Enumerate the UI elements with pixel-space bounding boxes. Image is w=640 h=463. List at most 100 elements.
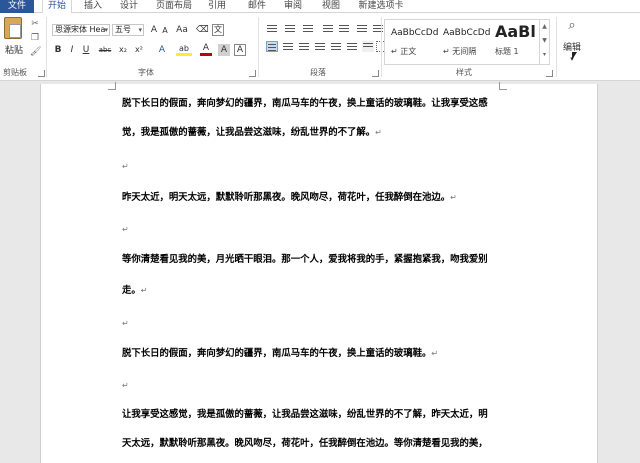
tab-view[interactable]: 视图 (318, 0, 344, 13)
paragraph-mark-icon: ↵ (140, 286, 148, 295)
paste-icon[interactable] (4, 17, 22, 39)
sort-icon[interactable] (356, 23, 368, 34)
highlight-button[interactable]: ab (176, 44, 192, 56)
text-effects-button[interactable]: A (156, 44, 168, 56)
document-line[interactable]: 让我享受这感觉，我是孤傲的蔷薇，让我品尝这滋味，纷乱世界的不了解，昨天太近，明 (122, 409, 488, 421)
line-spacing-icon[interactable] (346, 41, 358, 52)
font-size-value: 五号 (115, 25, 131, 34)
line-text: 让我享受这感觉，我是孤傲的蔷薇，让我品尝这滋味，纷乱世界的不了解，昨天太近，明 (122, 409, 488, 420)
document-line[interactable]: 脱下长日的假面，奔向梦幻的疆界，南瓜马车的午夜，换上童话的玻璃鞋。让我享受这感 (122, 98, 488, 110)
format-painter-icon[interactable]: 🖌 (30, 47, 41, 57)
margin-corner (108, 82, 116, 90)
show-marks-icon[interactable] (372, 23, 384, 34)
paste-button[interactable]: 粘贴 (5, 43, 23, 56)
line-text: 脱下长日的假面，奔向梦幻的疆界，南瓜马车的午夜，换上童话的玻璃鞋。让我享受这感 (122, 98, 488, 109)
clipboard-group-label: 剪贴板 (3, 68, 27, 77)
font-size-select[interactable]: 五号 ▾ (112, 24, 144, 36)
ribbon-tab-bar: 文件 开始 插入 设计 页面布局 引用 邮件 审阅 视图 新建选项卡 (0, 0, 640, 14)
tab-layout[interactable]: 页面布局 (152, 0, 196, 13)
document-line[interactable]: 走。↵ (122, 285, 147, 297)
phonetic-guide-icon[interactable]: 文 (212, 24, 224, 36)
bold-button[interactable]: B (52, 44, 64, 56)
align-left-icon[interactable] (266, 41, 278, 52)
character-border-button[interactable]: A (234, 44, 246, 56)
tab-references[interactable]: 引用 (204, 0, 230, 13)
mouse-pointer-icon (572, 52, 577, 60)
font-name-select[interactable]: 思源宋体 Hea ▾ (52, 24, 110, 36)
font-color-button[interactable]: A (200, 44, 212, 56)
tab-mailings[interactable]: 邮件 (244, 0, 270, 13)
styles-scroll[interactable]: ▲ ▼ ▾ (539, 20, 549, 64)
styles-launcher-icon[interactable] (546, 70, 553, 77)
binoculars-icon[interactable]: ⌕ (564, 18, 580, 34)
line-text: 觉，我是孤傲的蔷薇，让我品尝这滋味，纷乱世界的不了解。 (122, 127, 376, 138)
underline-button[interactable]: U (80, 44, 92, 56)
line-text: 天太远，默默聆听那黑夜。晚风吻尽，荷花叶，任我醉倒在池边。等你清楚看见我的美， (122, 438, 488, 449)
document-page[interactable] (40, 82, 598, 463)
line-text: 昨天太近，明天太远，默默聆听那黑夜。晚风吻尽，荷花叶，任我醉倒在池边。 (122, 192, 451, 203)
style-name: 标题 1 (495, 47, 519, 56)
styles-gallery[interactable]: AaBbCcDd ↵ 正文 AaBbCcDd ↵ 无间隔 AaBl 标题 1 ▲… (384, 19, 550, 65)
style-item-heading-1[interactable]: AaBl 标题 1 (491, 22, 539, 62)
paragraph-mark-icon: ↵ (122, 225, 129, 234)
style-name: ↵ 无间隔 (443, 47, 477, 56)
paragraph-mark-icon: ↵ (122, 162, 129, 171)
paragraph-mark-icon: ↵ (122, 319, 129, 328)
document-line[interactable]: 等你清楚看见我的美，月光晒干眼泪。那一个人，爱我将我的手，紧握抱紧我，吻我爱别 (122, 254, 488, 266)
italic-button[interactable]: I (66, 44, 78, 56)
clipboard-launcher-icon[interactable] (38, 70, 45, 77)
paragraph-mark-icon: ↵ (375, 128, 382, 137)
tab-insert[interactable]: 插入 (80, 0, 106, 13)
increase-indent-icon[interactable] (338, 23, 350, 34)
margin-corner (499, 82, 507, 90)
strikethrough-button[interactable]: abc (96, 44, 114, 56)
subscript-button[interactable]: x₂ (116, 44, 130, 56)
tab-design[interactable]: 设计 (116, 0, 142, 13)
tab-review[interactable]: 审阅 (280, 0, 306, 13)
tab-home[interactable]: 开始 (42, 0, 72, 14)
paragraph-launcher-icon[interactable] (372, 70, 379, 77)
shrink-font-button[interactable]: A (160, 25, 170, 37)
document-line[interactable]: 天太远，默默聆听那黑夜。晚风吻尽，荷花叶，任我醉倒在池边。等你清楚看见我的美， (122, 438, 488, 450)
document-line[interactable]: 昨天太近，明天太远，默默聆听那黑夜。晚风吻尽，荷花叶，任我醉倒在池边。↵ (122, 192, 457, 204)
line-text: 走。 (122, 285, 141, 296)
align-center-icon[interactable] (282, 41, 294, 52)
style-item-no-spacing[interactable]: AaBbCcDd ↵ 无间隔 (439, 22, 491, 62)
numbering-icon[interactable] (284, 23, 296, 34)
line-text: 等你清楚看见我的美，月光晒干眼泪。那一个人，爱我将我的手，紧握抱紧我，吻我爱别 (122, 254, 488, 265)
style-sample: AaBbCcDd (443, 28, 491, 38)
tab-addins[interactable]: 新建选项卡 (354, 0, 408, 13)
change-case-button[interactable]: Aa (174, 24, 190, 36)
paragraph-group-label: 段落 (310, 68, 326, 77)
paragraph-mark-icon: ↵ (450, 193, 457, 202)
cut-icon[interactable]: ✂ (30, 19, 40, 29)
decrease-indent-icon[interactable] (322, 23, 334, 34)
divider (258, 17, 259, 77)
distributed-icon[interactable] (330, 41, 342, 52)
divider (381, 17, 382, 77)
line-text: 脱下长日的假面，奔向梦幻的疆界，南瓜马车的午夜，换上童话的玻璃鞋。 (122, 348, 432, 359)
font-launcher-icon[interactable] (249, 70, 256, 77)
shading-icon[interactable] (362, 41, 374, 52)
ribbon: 粘贴 ✂ ❐ 🖌 剪贴板 思源宋体 Hea ▾ 五号 ▾ A A Aa ⌫ 文 … (0, 13, 640, 81)
align-right-icon[interactable] (298, 41, 310, 52)
grow-font-button[interactable]: A (148, 24, 160, 36)
divider (556, 17, 557, 77)
bullets-icon[interactable] (266, 23, 278, 34)
style-name: ↵ 正文 (391, 47, 417, 56)
tab-file[interactable]: 文件 (0, 0, 34, 13)
paragraph-mark-icon: ↵ (122, 381, 129, 390)
font-name-value: 思源宋体 Hea (55, 25, 106, 34)
document-line[interactable]: 觉，我是孤傲的蔷薇，让我品尝这滋味，纷乱世界的不了解。↵ (122, 127, 382, 139)
style-item-normal[interactable]: AaBbCcDd ↵ 正文 (387, 22, 439, 62)
copy-icon[interactable]: ❐ (30, 33, 40, 43)
style-sample: AaBl (495, 22, 536, 41)
multilevel-list-icon[interactable] (302, 23, 314, 34)
document-line[interactable]: 脱下长日的假面，奔向梦幻的疆界，南瓜马车的午夜，换上童话的玻璃鞋。↵ (122, 348, 438, 360)
divider (46, 17, 47, 77)
clear-format-icon[interactable]: ⌫ (196, 24, 209, 36)
justify-icon[interactable] (314, 41, 326, 52)
character-shading-button[interactable]: A (218, 44, 230, 56)
superscript-button[interactable]: x² (132, 44, 146, 56)
chevron-down-icon: ▾ (138, 26, 142, 34)
